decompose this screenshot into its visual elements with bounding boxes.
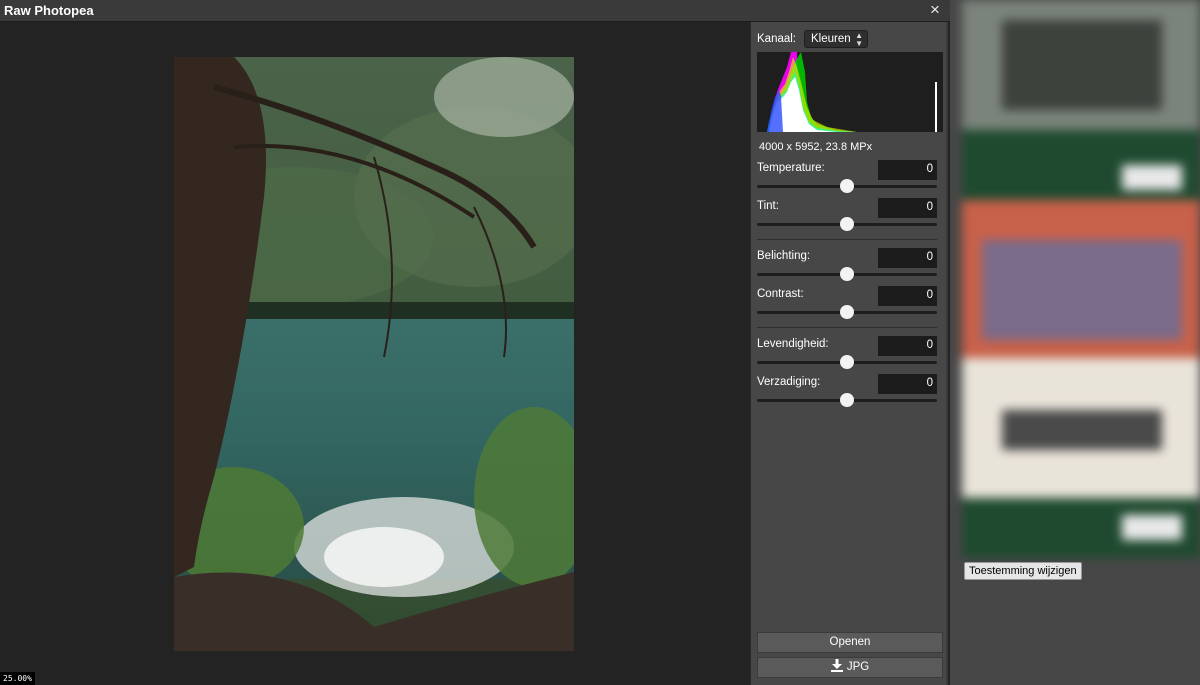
tint-label: Tint: xyxy=(757,200,779,212)
temperature-label: Temperature: xyxy=(757,162,825,174)
exposure-input[interactable]: 0 xyxy=(878,248,937,268)
exposure-slider-thumb[interactable] xyxy=(840,267,854,281)
vibrance-control: Levendigheid: 0 xyxy=(757,336,937,370)
adjustments-panel: Kanaal: Kleuren ▲ ▼ 4000 x 5952, 23.8 MP… xyxy=(750,22,948,685)
channel-label: Kanaal: xyxy=(757,33,797,45)
saturation-control: Verzadiging: 0 xyxy=(757,374,937,408)
tint-control: Tint: 0 xyxy=(757,198,937,232)
raw-dialog: Raw Photopea × 25.00% Kanaal: Kleuren ▲ … xyxy=(0,0,950,685)
window-title: Raw Photopea xyxy=(4,3,94,18)
app: Raw Photopea × 25.00% Kanaal: Kleuren ▲ … xyxy=(0,0,1200,685)
image-resolution: 4000 x 5952, 23.8 MPx xyxy=(759,141,873,153)
channel-select-value: Kleuren xyxy=(811,33,851,45)
channel-select[interactable]: Kleuren ▲ ▼ xyxy=(804,30,869,48)
advertisement[interactable] xyxy=(962,0,1200,558)
title-bar: Raw Photopea × xyxy=(0,0,950,22)
contrast-label: Contrast: xyxy=(757,288,804,300)
contrast-control: Contrast: 0 xyxy=(757,286,937,320)
saturation-slider-thumb[interactable] xyxy=(840,393,854,407)
vibrance-slider-thumb[interactable] xyxy=(840,355,854,369)
image-viewport[interactable]: 25.00% xyxy=(0,22,750,685)
download-icon xyxy=(830,659,843,672)
jpg-button[interactable]: JPG xyxy=(757,657,943,678)
close-icon[interactable]: × xyxy=(926,1,944,19)
tint-input[interactable]: 0 xyxy=(878,198,937,218)
photo-preview xyxy=(174,57,574,651)
updown-arrows-icon: ▲ ▼ xyxy=(855,31,864,48)
contrast-input[interactable]: 0 xyxy=(878,286,937,306)
tint-slider-thumb[interactable] xyxy=(840,217,854,231)
vibrance-input[interactable]: 0 xyxy=(878,336,937,356)
temperature-control: Temperature: 0 xyxy=(757,160,937,194)
open-button[interactable]: Openen xyxy=(757,632,943,653)
zoom-level: 25.00% xyxy=(0,672,35,685)
histogram xyxy=(757,52,943,132)
jpg-button-label: JPG xyxy=(846,661,870,673)
vibrance-label: Levendigheid: xyxy=(757,338,829,350)
contrast-slider-thumb[interactable] xyxy=(840,305,854,319)
channel-row: Kanaal: Kleuren ▲ ▼ xyxy=(757,30,869,48)
exposure-control: Belichting: 0 xyxy=(757,248,937,282)
divider xyxy=(757,327,937,328)
saturation-label: Verzadiging: xyxy=(757,376,821,388)
temperature-input[interactable]: 0 xyxy=(878,160,937,180)
exposure-label: Belichting: xyxy=(757,250,811,262)
saturation-input[interactable]: 0 xyxy=(878,374,937,394)
consent-button[interactable]: Toestemming wijzigen xyxy=(964,562,1082,580)
temperature-slider-thumb[interactable] xyxy=(840,179,854,193)
divider xyxy=(757,239,937,240)
open-button-label: Openen xyxy=(829,636,871,648)
